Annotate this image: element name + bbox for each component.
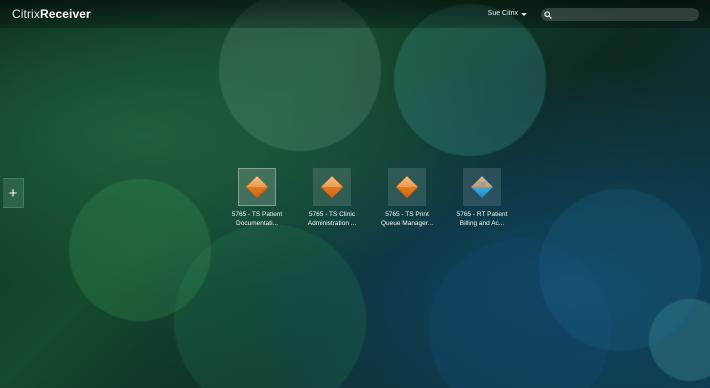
citrix-receiver-logo: CitrixReceiver (12, 7, 91, 21)
orange-diamond-icon (245, 175, 269, 199)
orange-diamond-icon (395, 175, 419, 199)
top-bar: CitrixReceiver Sue Citrix (0, 0, 710, 28)
app-tile[interactable] (313, 168, 351, 206)
add-apps-button[interactable]: + (3, 178, 24, 208)
search-input[interactable] (555, 11, 695, 18)
search-icon (541, 8, 555, 21)
plus-icon: + (8, 184, 18, 202)
app-tile[interactable] (463, 168, 501, 206)
app-tile[interactable] (388, 168, 426, 206)
search-box[interactable] (541, 8, 699, 21)
blue-diamond-icon (470, 175, 494, 199)
app-label: 5765 - RT Patient Billing and Ac... (456, 211, 508, 227)
orange-diamond-icon (320, 175, 344, 199)
chevron-down-icon (521, 12, 527, 16)
app-rt-patient-billing[interactable]: 5765 - RT Patient Billing and Ac... (437, 168, 527, 228)
app-tile[interactable] (238, 168, 276, 206)
user-name: Sue Citrix (487, 10, 518, 17)
user-menu[interactable]: Sue Citrix (488, 10, 527, 17)
